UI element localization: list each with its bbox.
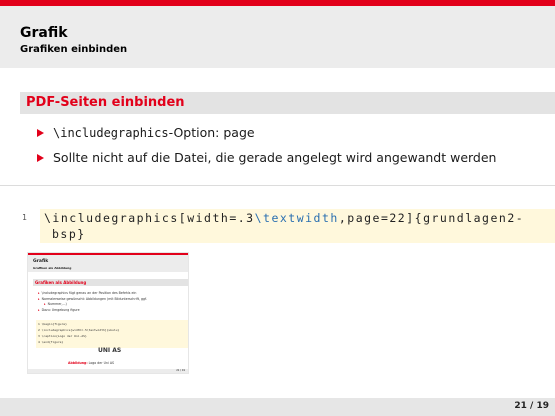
bullet-code: \includegraphics <box>53 126 169 140</box>
list-item: \includegraphics-Option: page <box>37 124 555 149</box>
frame-subtitle: Grafiken einbinden <box>20 44 128 55</box>
included-pdf-page-thumbnail: Grafik Grafiken als Abbildung Grafiken a… <box>27 252 189 374</box>
thumb-title: Grafik <box>33 259 49 264</box>
thumb-footer: 21 / 19 <box>28 369 188 373</box>
frame-header: Grafik Grafiken einbinden <box>0 6 555 68</box>
thumb-caption: Abbildung: Logo der Uni AS <box>68 361 115 365</box>
thumb-bullet: Normalerweise gewünscht: Abbildungen (mi… <box>38 297 147 301</box>
block-title: PDF-Seiten einbinden <box>26 95 185 110</box>
thumb-bullet: \includegraphics fügt genau an der Posit… <box>38 291 137 295</box>
page-number: 21 / 19 <box>514 401 549 411</box>
uni-logo: UNI AS <box>98 347 122 354</box>
slide-footer: 21 / 19 <box>0 398 555 416</box>
bullet-triangle-icon <box>37 129 44 137</box>
divider <box>0 185 555 186</box>
thumb-code-line: 4 \end{figure} <box>38 340 64 344</box>
code-line-2: bsp} <box>52 227 86 241</box>
thumb-block-title: Grafiken als Abbildung <box>35 280 87 285</box>
bullet-triangle-icon <box>37 154 44 162</box>
line-number: 1 <box>22 213 27 222</box>
code-listing: 1 \includegraphics[width=.3\textwidth,pa… <box>22 209 555 243</box>
thumb-block-bar: Grafiken als Abbildung <box>33 279 188 286</box>
bullet-list: \includegraphics-Option: page Sollte nic… <box>37 124 555 174</box>
code-line-1: \includegraphics[width=.3\textwidth,page… <box>44 211 525 225</box>
thumb-subtitle: Grafiken als Abbildung <box>33 266 72 270</box>
frame-title: Grafik <box>20 25 68 41</box>
thumb-bullet: Dazu: Umgebung figure <box>38 308 80 312</box>
thumb-code-line: 1 \begin{figure} <box>38 322 67 326</box>
thumb-header: Grafik Grafiken als Abbildung <box>28 255 188 272</box>
thumb-code-line: 3 \caption{Logo der Uni-AS} <box>38 334 87 338</box>
block-title-bar: PDF-Seiten einbinden <box>20 92 555 114</box>
bullet-text: -Option: page <box>168 125 255 140</box>
thumb-bullet-cont: Nummer,...) <box>44 302 67 306</box>
thumb-code-line: 2 \includegraphics[width=.5\textwidth]{u… <box>38 328 120 332</box>
thumb-code: 1 \begin{figure} 2 \includegraphics[widt… <box>36 320 188 348</box>
bullet-text: Sollte nicht auf die Datei, die gerade a… <box>53 150 497 165</box>
list-item: Sollte nicht auf die Datei, die gerade a… <box>37 149 555 174</box>
